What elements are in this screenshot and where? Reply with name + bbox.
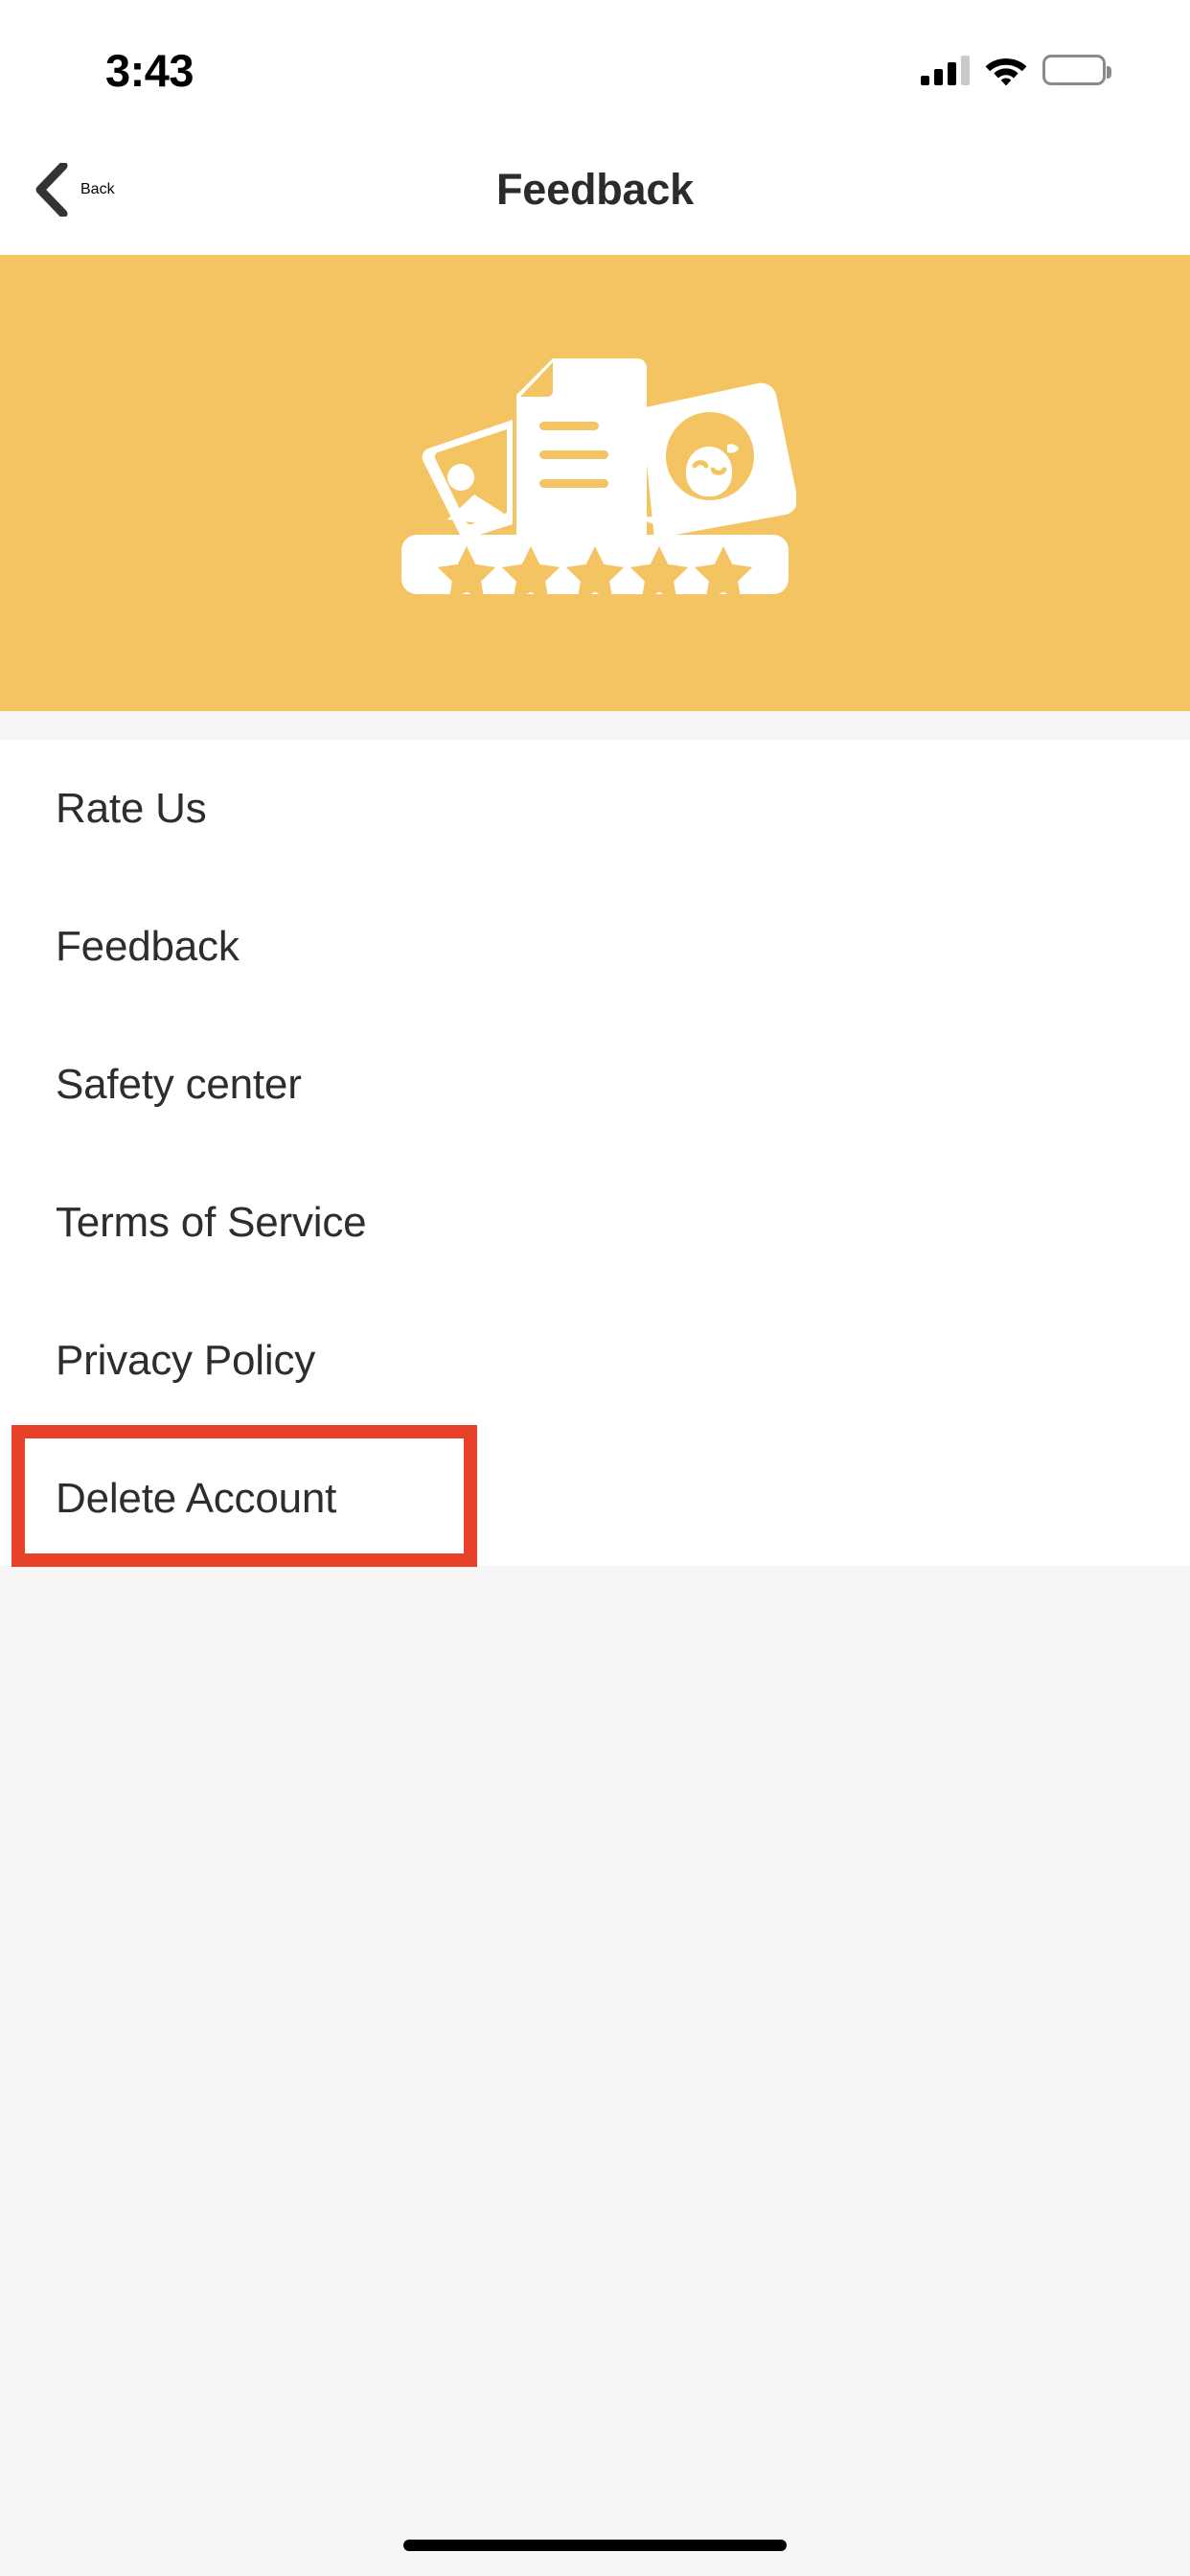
status-bar: 3:43 xyxy=(0,0,1190,125)
menu-item-privacy-policy[interactable]: Privacy Policy xyxy=(0,1292,1190,1430)
menu-item-label: Safety center xyxy=(56,1061,302,1108)
page-title: Feedback xyxy=(496,165,694,214)
wifi-icon xyxy=(985,55,1027,86)
navigation-bar: Back Feedback xyxy=(0,125,1190,255)
menu-item-rate-us[interactable]: Rate Us xyxy=(0,740,1190,878)
cellular-signal-icon xyxy=(921,55,970,85)
menu-item-label: Delete Account xyxy=(56,1475,337,1522)
menu-item-label: Privacy Policy xyxy=(56,1337,316,1384)
feedback-review-illustration xyxy=(401,358,796,602)
menu-item-delete-account[interactable]: Delete Account xyxy=(0,1430,1190,1568)
menu-item-label: Feedback xyxy=(56,923,240,970)
status-bar-indicators xyxy=(921,50,1111,90)
list-top-separator xyxy=(0,711,1190,740)
menu-item-feedback[interactable]: Feedback xyxy=(0,878,1190,1016)
settings-menu-list: Rate Us Feedback Safety center Terms of … xyxy=(0,740,1190,1566)
menu-item-safety-center[interactable]: Safety center xyxy=(0,1016,1190,1154)
menu-item-terms-of-service[interactable]: Terms of Service xyxy=(0,1154,1190,1292)
phone-screen: 3:43 Back Feedback Rate Us Feedback Safe… xyxy=(0,0,1190,2576)
hero-banner xyxy=(0,255,1190,711)
home-indicator[interactable] xyxy=(403,2540,787,2551)
menu-item-label: Terms of Service xyxy=(56,1199,367,1246)
menu-item-label: Rate Us xyxy=(56,785,207,832)
battery-icon xyxy=(1042,55,1111,85)
page-background-filler xyxy=(0,1566,1190,2576)
status-bar-time: 3:43 xyxy=(105,45,195,96)
